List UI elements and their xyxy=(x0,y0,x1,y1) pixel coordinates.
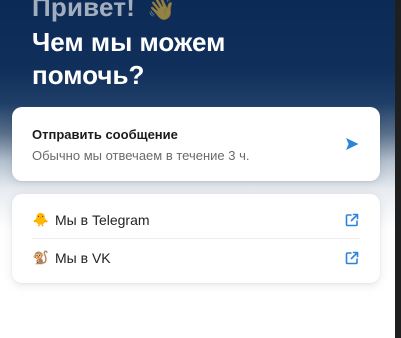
greeting-label: Привет! xyxy=(32,0,136,22)
messenger-widget: Привет! 👋 Чем мы можем помочь? Отправить … xyxy=(0,0,395,338)
window-edge xyxy=(395,0,401,338)
waving-hand-emoji: 👋 xyxy=(147,0,176,21)
telegram-link[interactable]: 🐥 Мы в Telegram xyxy=(20,201,372,238)
social-links-card: 🐥 Мы в Telegram 🐒 Мы в VK xyxy=(12,194,380,283)
chick-emoji: 🐥 xyxy=(32,212,50,227)
monkey-emoji: 🐒 xyxy=(32,250,50,265)
external-link-icon xyxy=(345,213,359,227)
external-link-icon xyxy=(345,251,359,265)
telegram-link-label: Мы в Telegram xyxy=(55,211,150,228)
vk-link-label: Мы в VK xyxy=(55,249,111,266)
reply-time-text: Обычно мы отвечаем в течение 3 ч. xyxy=(32,148,250,163)
send-message-card[interactable]: Отправить сообщение Обычно мы отвечаем в… xyxy=(12,107,380,181)
vk-link[interactable]: 🐒 Мы в VK xyxy=(20,239,372,276)
greeting-text: Привет! 👋 xyxy=(32,0,176,25)
send-arrow-icon xyxy=(346,138,359,150)
send-message-title: Отправить сообщение xyxy=(32,127,178,142)
page-title: Чем мы можем помочь? xyxy=(32,27,226,90)
